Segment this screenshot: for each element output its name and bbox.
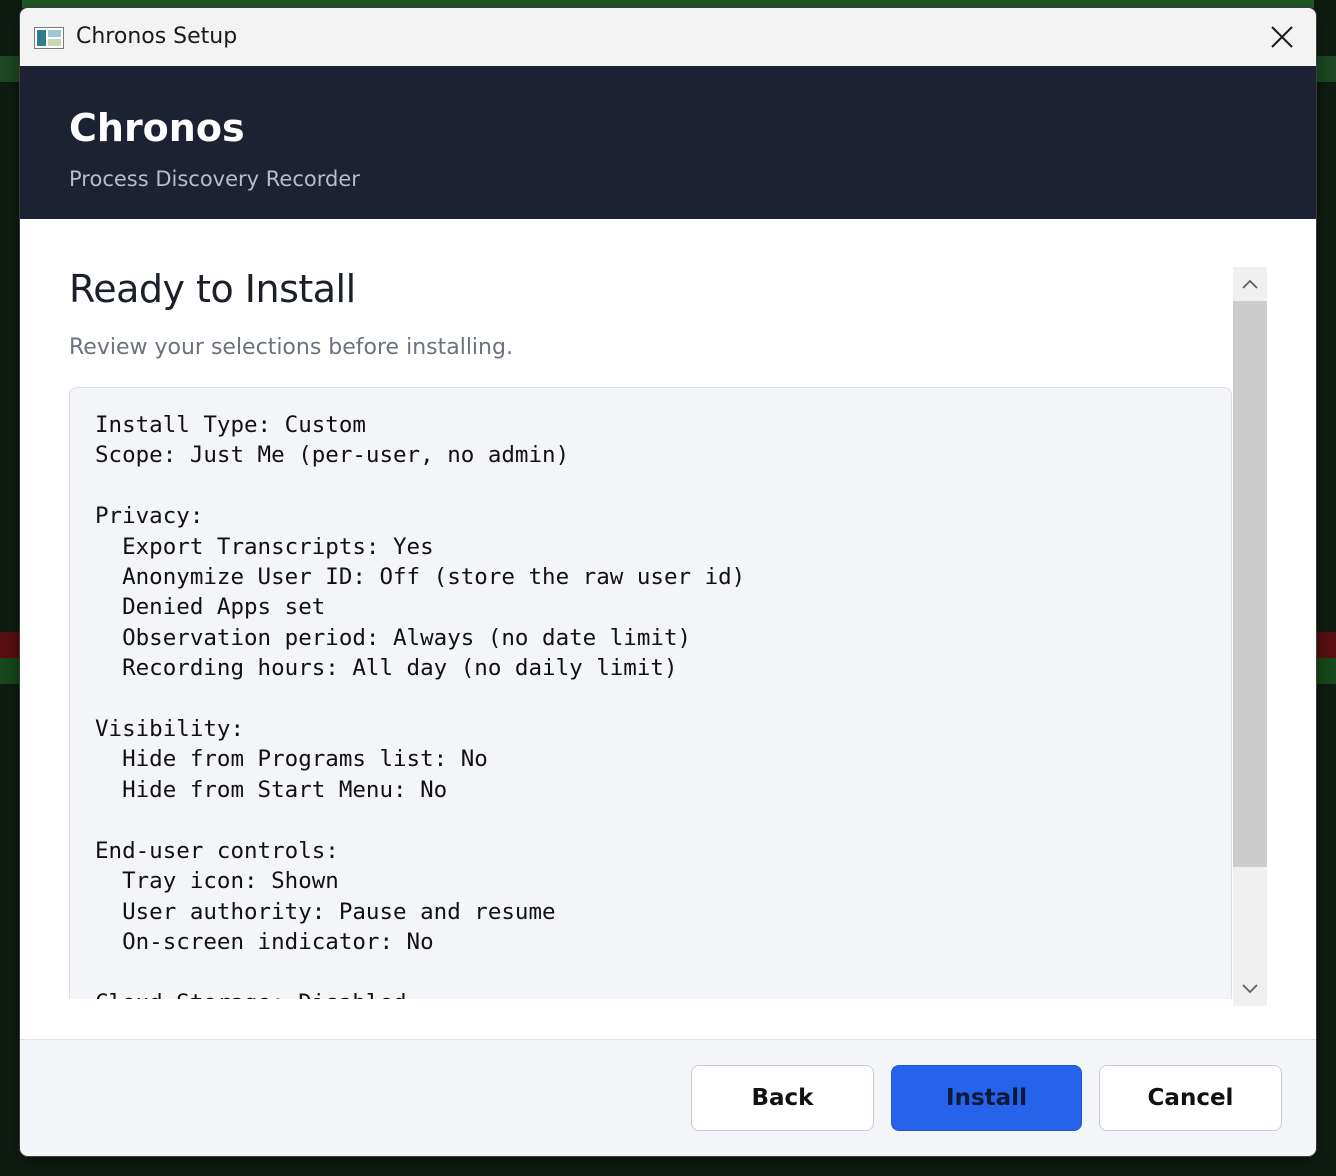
background-band <box>0 56 22 82</box>
setup-window: Chronos Setup Chronos Process Discovery … <box>20 8 1316 1156</box>
summary-panel[interactable]: Install Type: Custom Scope: Just Me (per… <box>69 387 1232 999</box>
summary-scrollbar[interactable] <box>1233 267 1267 1006</box>
scroll-down-button[interactable] <box>1233 972 1267 1006</box>
background-band <box>0 658 22 684</box>
background-terminal-right <box>1314 0 1336 1176</box>
app-name: Chronos <box>69 106 245 150</box>
close-button[interactable] <box>1262 18 1302 56</box>
background-band <box>1314 632 1336 658</box>
cancel-button[interactable]: Cancel <box>1099 1065 1282 1131</box>
app-subtitle: Process Discovery Recorder <box>69 167 360 191</box>
installer-header: Chronos Process Discovery Recorder <box>20 66 1316 219</box>
title-bar[interactable]: Chronos Setup <box>20 8 1316 66</box>
background-band <box>1314 658 1336 684</box>
window-title: Chronos Setup <box>76 24 238 49</box>
background-terminal-left <box>0 0 22 1176</box>
setup-app-icon <box>34 27 64 49</box>
content-area: Ready to Install Review your selections … <box>20 219 1316 1039</box>
background-band <box>0 632 22 658</box>
page-subtitle: Review your selections before installing… <box>69 335 513 360</box>
install-button[interactable]: Install <box>891 1065 1082 1131</box>
background-terminal-bottom <box>0 1156 1336 1176</box>
back-button[interactable]: Back <box>691 1065 874 1131</box>
scroll-thumb[interactable] <box>1233 301 1267 867</box>
chevron-up-icon <box>1242 279 1258 289</box>
chevron-down-icon <box>1242 984 1258 994</box>
close-icon <box>1271 26 1293 48</box>
page-title: Ready to Install <box>69 267 356 311</box>
background-terminal <box>0 0 1336 8</box>
scroll-up-button[interactable] <box>1233 267 1267 301</box>
background-band <box>1314 56 1336 82</box>
summary-text: Install Type: Custom Scope: Just Me (per… <box>95 412 746 999</box>
button-bar: Back Install Cancel <box>20 1039 1316 1156</box>
